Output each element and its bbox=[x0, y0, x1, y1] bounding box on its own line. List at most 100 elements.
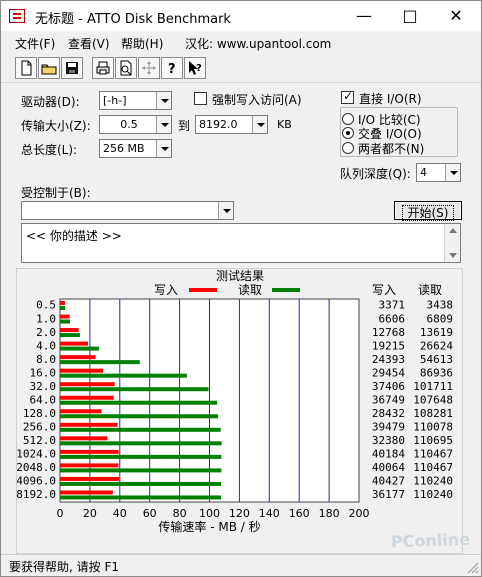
queue-depth-select[interactable]: 4 bbox=[416, 163, 461, 182]
resize-grip-icon[interactable] bbox=[467, 562, 479, 574]
save-disk-icon[interactable] bbox=[61, 57, 83, 79]
svg-text:?: ? bbox=[168, 62, 176, 76]
write-value-label: 24393 bbox=[372, 353, 405, 366]
write-bar bbox=[60, 328, 79, 333]
read-bar bbox=[60, 481, 221, 486]
read-value-label: 110240 bbox=[413, 488, 453, 501]
direct-io-label: 直接 I/O(R) bbox=[359, 92, 422, 106]
help-question-icon[interactable]: ? bbox=[161, 57, 183, 79]
write-value-label: 3371 bbox=[379, 299, 406, 312]
read-value-label: 6809 bbox=[427, 312, 454, 325]
menu-file[interactable]: 文件(F) bbox=[15, 35, 55, 52]
legend-read-label: 读取 bbox=[238, 283, 262, 297]
menu-bar: 文件(F) 查看(V) 帮助(H) 汉化: www.upantool.com bbox=[1, 31, 481, 53]
scroll-up-icon[interactable] bbox=[449, 228, 457, 233]
menu-view[interactable]: 查看(V) bbox=[68, 35, 110, 52]
write-bar bbox=[60, 382, 115, 387]
atto-window: 无标题 - ATTO Disk Benchmark — □ ✕ 文件(F) 查看… bbox=[0, 0, 482, 577]
write-bar bbox=[60, 341, 89, 346]
write-bar bbox=[60, 301, 65, 305]
drive-select[interactable]: [-h-] bbox=[99, 91, 172, 110]
read-value-label: 86936 bbox=[420, 366, 453, 379]
read-bar bbox=[60, 306, 66, 310]
read-bar bbox=[60, 333, 80, 338]
scroll-down-icon[interactable] bbox=[449, 253, 457, 258]
neither-label: 两者都不(N) bbox=[358, 142, 425, 156]
read-bar bbox=[60, 319, 70, 324]
chevron-down-icon bbox=[445, 164, 460, 181]
write-value-label: 37406 bbox=[372, 380, 405, 393]
close-button[interactable]: ✕ bbox=[433, 1, 479, 31]
open-folder-icon[interactable] bbox=[38, 57, 60, 79]
write-bar bbox=[60, 422, 118, 427]
menu-localization[interactable]: 汉化: www.upantool.com bbox=[185, 35, 331, 52]
read-bar bbox=[60, 360, 140, 365]
y-category-label: 256.0 bbox=[23, 421, 56, 434]
read-bar bbox=[60, 387, 209, 392]
description-box[interactable]: << 你的描述 >> bbox=[21, 223, 461, 263]
force-write-checkbox[interactable] bbox=[194, 92, 207, 105]
read-bar bbox=[60, 414, 219, 419]
write-value-label: 19215 bbox=[372, 339, 405, 352]
transfer-to-label: 到 bbox=[178, 119, 191, 133]
window-title: 无标题 - ATTO Disk Benchmark bbox=[35, 12, 231, 27]
benchmark-chart: 测试结果写入 读取 写入 读取 0 20 40 60 80 100 120 140 160 180 200 传… bbox=[16, 268, 454, 534]
controlled-by-label: 受控制于(B): bbox=[21, 186, 91, 200]
read-value-label: 110695 bbox=[413, 434, 453, 447]
y-category-label: 8192.0 bbox=[17, 488, 56, 501]
print-preview-icon[interactable] bbox=[115, 57, 137, 79]
drive-value: [-h-] bbox=[103, 94, 127, 107]
x-tick-label: 40 bbox=[113, 507, 127, 520]
direct-io-checkbox[interactable] bbox=[341, 89, 354, 104]
write-bar bbox=[60, 409, 102, 414]
new-document-icon[interactable] bbox=[15, 57, 37, 79]
read-value-label: 13619 bbox=[420, 326, 453, 339]
neither-radio[interactable] bbox=[342, 142, 354, 154]
write-bar bbox=[60, 355, 96, 360]
force-write-label: 强制写入访问(A) bbox=[212, 93, 302, 107]
x-tick-label: 20 bbox=[83, 507, 97, 520]
x-tick-label: 140 bbox=[259, 507, 280, 520]
description-scrollbar[interactable] bbox=[444, 224, 460, 262]
transfer-from-select[interactable]: 0.5 bbox=[99, 115, 172, 134]
x-tick-label: 120 bbox=[229, 507, 250, 520]
read-value-label: 26624 bbox=[420, 339, 453, 352]
context-help-icon[interactable]: ? bbox=[184, 57, 206, 79]
write-bar bbox=[60, 368, 104, 373]
menu-help[interactable]: 帮助(H) bbox=[121, 35, 163, 52]
maximize-button[interactable]: □ bbox=[387, 1, 433, 31]
read-value-label: 110467 bbox=[413, 461, 453, 474]
y-category-label: 16.0 bbox=[30, 366, 57, 379]
write-value-label: 36177 bbox=[372, 488, 405, 501]
overlap-io-radio[interactable] bbox=[342, 127, 354, 139]
start-button[interactable]: 开始(S) bbox=[394, 201, 462, 221]
write-bar bbox=[60, 449, 119, 454]
length-select[interactable]: 256 MB bbox=[99, 139, 172, 158]
move-cross-icon[interactable] bbox=[138, 57, 160, 79]
queue-depth-label: 队列深度(Q): bbox=[340, 167, 411, 181]
read-value-label: 54613 bbox=[420, 353, 453, 366]
legend-write-swatch bbox=[189, 288, 217, 292]
transfer-to-select[interactable]: 8192.0 bbox=[195, 115, 268, 134]
minimize-button[interactable]: — bbox=[341, 1, 387, 31]
write-bar bbox=[60, 490, 113, 495]
read-bar bbox=[60, 373, 187, 378]
io-compare-radio[interactable] bbox=[342, 113, 354, 125]
x-tick-label: 180 bbox=[319, 507, 340, 520]
write-column-header: 写入 bbox=[372, 283, 396, 297]
read-bar bbox=[60, 495, 221, 500]
read-bar bbox=[60, 427, 221, 432]
print-icon[interactable] bbox=[92, 57, 114, 79]
write-value-label: 32380 bbox=[372, 434, 405, 447]
title-bar[interactable]: 无标题 - ATTO Disk Benchmark — □ ✕ bbox=[1, 1, 481, 31]
length-value: 256 MB bbox=[103, 142, 145, 155]
y-category-label: 0.5 bbox=[36, 299, 56, 312]
x-tick-label: 0 bbox=[57, 507, 64, 520]
controlled-by-select[interactable] bbox=[21, 201, 234, 220]
write-bar bbox=[60, 314, 70, 319]
write-value-label: 39479 bbox=[372, 421, 405, 434]
write-value-label: 6606 bbox=[379, 312, 406, 325]
x-tick-label: 60 bbox=[143, 507, 157, 520]
read-bar bbox=[60, 400, 218, 405]
write-bar bbox=[60, 463, 119, 468]
